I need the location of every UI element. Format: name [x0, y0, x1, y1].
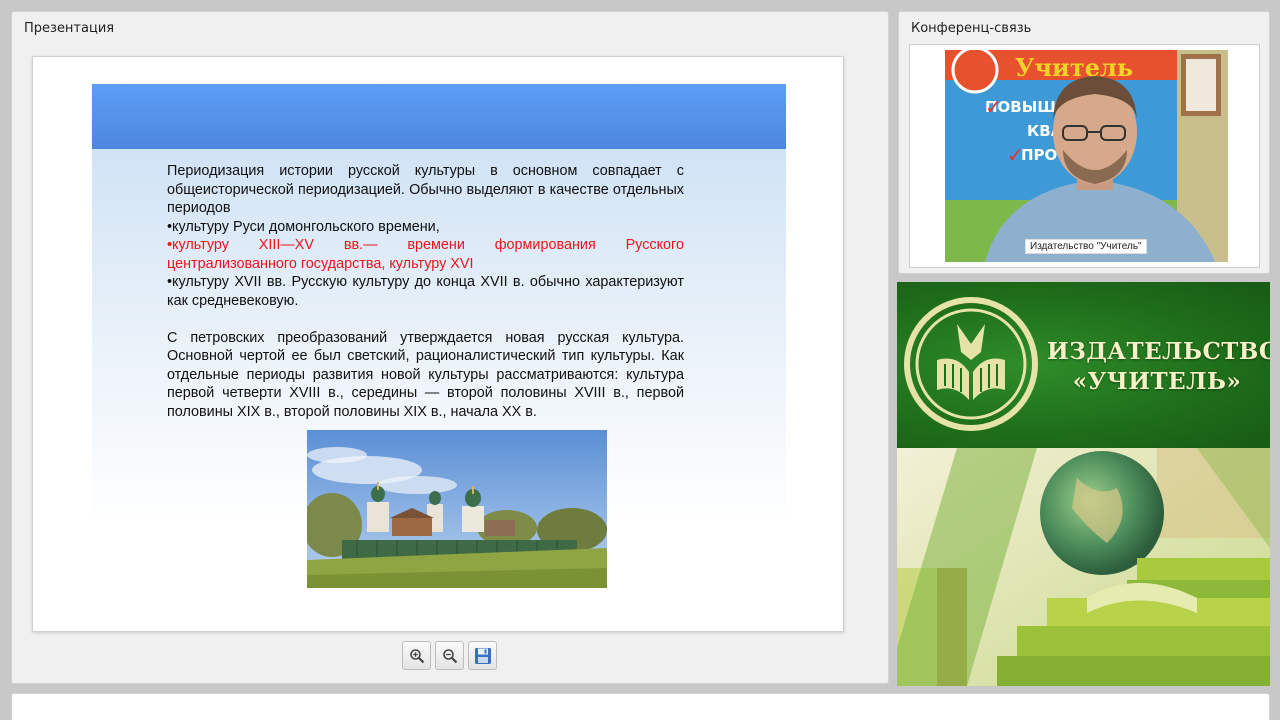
save-button[interactable]	[468, 641, 497, 670]
banner-logo-area: ИЗДАТЕЛЬСТВО «УЧИТЕЛЬ»	[897, 282, 1270, 448]
conference-panel: Конференц-связь Учитель ПОВЫШ КВА ПРОФ ✓…	[898, 11, 1270, 274]
conference-panel-title: Конференц-связь	[911, 21, 1032, 36]
presentation-panel: Презентация Периодизация истории русской…	[11, 11, 889, 684]
slide: Периодизация истории русской культуры в …	[92, 84, 786, 604]
zoom-out-button[interactable]	[435, 641, 464, 670]
slide-bullet: •культуру Руси домонгольского времени,	[167, 218, 440, 235]
svg-text:✓: ✓	[1007, 143, 1024, 167]
slide-photo-village-churches	[307, 430, 607, 588]
banner-books-globe-image	[897, 448, 1270, 686]
publisher-logo-icon	[904, 297, 1038, 431]
publisher-name-line1: ИЗДАТЕЛЬСТВО	[1047, 338, 1270, 365]
svg-text:✓: ✓	[985, 95, 1002, 119]
publisher-name-line2: «УЧИТЕЛЬ»	[1072, 368, 1242, 395]
video-frame: Учитель ПОВЫШ КВА ПРОФ ✓ ✓ Издательство …	[909, 44, 1260, 268]
poster-brand-text: Учитель	[1015, 53, 1133, 82]
slide-header-bar	[92, 84, 786, 149]
slide-text: Периодизация истории русской культуры в …	[167, 162, 684, 421]
presentation-toolbar	[402, 641, 497, 670]
zoom-out-icon	[442, 648, 457, 663]
zoom-in-button[interactable]	[402, 641, 431, 670]
zoom-in-icon	[409, 648, 424, 663]
publisher-banner: ИЗДАТЕЛЬСТВО «УЧИТЕЛЬ»	[897, 282, 1270, 686]
slide-bullet: •культуру XVII вв. Русскую культуру до к…	[167, 274, 684, 309]
slide-bullet-highlighted: •культуру XIII—XV вв.— времени формирова…	[167, 237, 684, 272]
slide-paragraph: С петровских преобразований утверждается…	[167, 329, 684, 420]
publisher-name: ИЗДАТЕЛЬСТВО «УЧИТЕЛЬ»	[1047, 337, 1270, 397]
bottom-panel	[11, 693, 1270, 720]
webcam-video[interactable]: Учитель ПОВЫШ КВА ПРОФ ✓ ✓ Издательство …	[945, 50, 1228, 262]
slide-viewer[interactable]: Периодизация истории русской культуры в …	[32, 56, 844, 632]
video-caption: Издательство "Учитель"	[1025, 239, 1147, 254]
floppy-disk-icon	[474, 647, 491, 664]
slide-paragraph: Периодизация истории русской культуры в …	[167, 163, 684, 216]
presentation-panel-title: Презентация	[24, 21, 115, 36]
